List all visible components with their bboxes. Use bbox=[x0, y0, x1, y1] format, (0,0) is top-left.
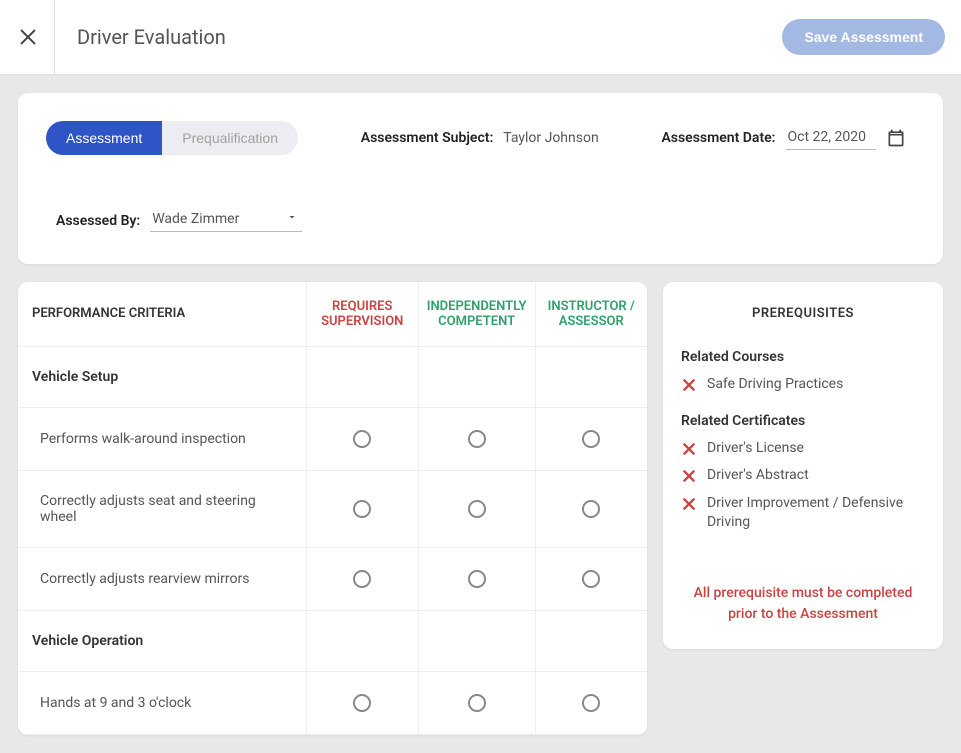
assessed-by-value: Wade Zimmer bbox=[152, 211, 239, 227]
prerequisite-item: Safe Driving Practices bbox=[681, 375, 925, 395]
x-icon bbox=[681, 377, 697, 393]
assessed-by-label: Assessed By: bbox=[56, 213, 140, 229]
criteria-header-instructor: INSTRUCTOR / ASSESSOR bbox=[535, 282, 647, 346]
prerequisite-item-text: Driver's License bbox=[707, 439, 804, 459]
x-icon bbox=[681, 441, 697, 457]
criteria-item-label: Correctly adjusts seat and steering whee… bbox=[18, 470, 306, 547]
header-divider bbox=[54, 0, 55, 75]
caret-down-icon bbox=[286, 211, 298, 227]
save-assessment-button[interactable]: Save Assessment bbox=[782, 19, 945, 55]
close-icon[interactable] bbox=[16, 25, 40, 49]
header-bar: Driver Evaluation Save Assessment bbox=[0, 0, 961, 75]
criteria-radio-requires[interactable] bbox=[353, 500, 371, 518]
assessment-subject-field: Assessment Subject: Taylor Johnson bbox=[361, 130, 599, 146]
prerequisite-warning: All prerequisite must be completed prior… bbox=[681, 583, 925, 625]
x-icon bbox=[681, 496, 697, 512]
tab-assessment[interactable]: Assessment bbox=[46, 121, 162, 155]
criteria-item-row: Hands at 9 and 3 o'clock bbox=[18, 671, 647, 734]
calendar-icon[interactable] bbox=[886, 128, 906, 148]
criteria-item-label: Performs walk-around inspection bbox=[18, 407, 306, 470]
prerequisite-item-text: Safe Driving Practices bbox=[707, 375, 843, 395]
criteria-item-label: Correctly adjusts rearview mirrors bbox=[18, 547, 306, 610]
criteria-header-requires: REQUIRES SUPERVISION bbox=[306, 282, 418, 346]
prerequisites-card: PREREQUISITES Related Courses Safe Drivi… bbox=[663, 282, 943, 649]
criteria-radio-independent[interactable] bbox=[468, 500, 486, 518]
assessment-subject-value: Taylor Johnson bbox=[503, 130, 598, 146]
related-certificates-label: Related Certificates bbox=[681, 413, 925, 429]
criteria-section-row: Vehicle Setup bbox=[18, 346, 647, 407]
criteria-radio-independent[interactable] bbox=[468, 570, 486, 588]
assessment-date-value[interactable]: Oct 22, 2020 bbox=[786, 127, 876, 150]
prerequisites-title: PREREQUISITES bbox=[681, 306, 925, 321]
related-courses-label: Related Courses bbox=[681, 349, 925, 365]
criteria-item-row: Performs walk-around inspection bbox=[18, 407, 647, 470]
criteria-item-row: Correctly adjusts rearview mirrors bbox=[18, 547, 647, 610]
assessment-subject-label: Assessment Subject: bbox=[361, 130, 494, 146]
prerequisite-item: Driver's License bbox=[681, 439, 925, 459]
assessed-by-dropdown[interactable]: Wade Zimmer bbox=[150, 209, 302, 232]
criteria-radio-independent[interactable] bbox=[468, 430, 486, 448]
criteria-radio-requires[interactable] bbox=[353, 430, 371, 448]
criteria-item-row: Correctly adjusts seat and steering whee… bbox=[18, 470, 647, 547]
assessment-date-field: Assessment Date: Oct 22, 2020 bbox=[661, 127, 906, 150]
criteria-item-label: Hands at 9 and 3 o'clock bbox=[18, 671, 306, 734]
prerequisite-item: Driver Improvement / Defensive Driving bbox=[681, 494, 925, 533]
criteria-radio-instructor[interactable] bbox=[582, 500, 600, 518]
assessment-date-label: Assessment Date: bbox=[661, 130, 775, 146]
tab-group: Assessment Prequalification bbox=[46, 121, 298, 155]
criteria-section-label: Vehicle Operation bbox=[18, 610, 306, 671]
tab-prequalification[interactable]: Prequalification bbox=[162, 121, 298, 155]
criteria-radio-independent[interactable] bbox=[468, 694, 486, 712]
prerequisite-item-text: Driver Improvement / Defensive Driving bbox=[707, 494, 925, 533]
criteria-section-label: Vehicle Setup bbox=[18, 346, 306, 407]
criteria-radio-requires[interactable] bbox=[353, 570, 371, 588]
performance-criteria-card: PERFORMANCE CRITERIA REQUIRES SUPERVISIO… bbox=[18, 282, 647, 735]
criteria-radio-instructor[interactable] bbox=[582, 570, 600, 588]
criteria-header-main: PERFORMANCE CRITERIA bbox=[18, 282, 306, 346]
criteria-table: PERFORMANCE CRITERIA REQUIRES SUPERVISIO… bbox=[18, 282, 647, 735]
x-icon bbox=[681, 468, 697, 484]
criteria-radio-requires[interactable] bbox=[353, 694, 371, 712]
criteria-header-independent: INDEPENDENTLY COMPETENT bbox=[418, 282, 535, 346]
page-title: Driver Evaluation bbox=[77, 25, 782, 49]
criteria-radio-instructor[interactable] bbox=[582, 694, 600, 712]
prerequisite-item-text: Driver's Abstract bbox=[707, 466, 809, 486]
criteria-section-row: Vehicle Operation bbox=[18, 610, 647, 671]
prerequisite-item: Driver's Abstract bbox=[681, 466, 925, 486]
assessment-info-card: Assessment Prequalification Assessment S… bbox=[18, 93, 943, 264]
criteria-radio-instructor[interactable] bbox=[582, 430, 600, 448]
